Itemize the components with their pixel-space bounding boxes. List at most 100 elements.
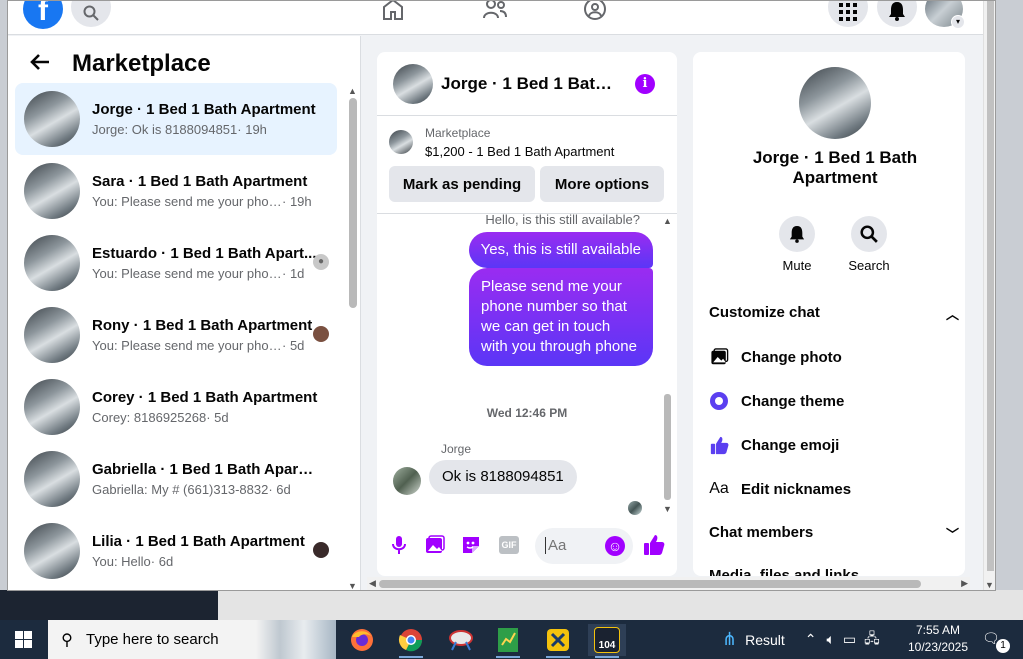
send-like-button[interactable]: [642, 534, 666, 556]
edit-nicknames-item[interactable]: Aa Edit nicknames: [709, 477, 851, 501]
notifications-button[interactable]: [877, 1, 917, 27]
scroll-up-arrow-icon[interactable]: ▲: [663, 216, 672, 226]
active-indicator: [595, 656, 619, 658]
horizontal-scrollbar-thumb[interactable]: [379, 580, 921, 588]
emoji-icon[interactable]: ☺: [605, 536, 625, 556]
chat-header: Jorge · 1 Bed 1 Bath ... i: [377, 52, 677, 116]
message-composer: GIF ☺: [377, 526, 677, 566]
chat-avatar[interactable]: [393, 63, 433, 104]
conversation-item[interactable]: Sara · 1 Bed 1 Bath Apartment You: Pleas…: [15, 155, 337, 227]
badge-app-icon: 104: [594, 627, 620, 653]
mark-as-pending-button[interactable]: Mark as pending: [389, 166, 535, 202]
search-icon: [860, 225, 878, 243]
facebook-logo[interactable]: f: [23, 1, 63, 29]
friends-nav-button[interactable]: [481, 1, 509, 23]
conversation-item[interactable]: Jorge · 1 Bed 1 Bath Apartment Jorge: Ok…: [15, 83, 337, 155]
scroll-right-arrow-icon[interactable]: ▶: [961, 578, 968, 589]
scroll-down-arrow-icon[interactable]: ▼: [348, 581, 357, 590]
conversation-item[interactable]: Estuardo · 1 Bed 1 Bath Apart... You: Pl…: [15, 227, 337, 299]
sidebar-scrollbar-thumb[interactable]: [349, 98, 357, 308]
image-icon: [709, 347, 729, 367]
scroll-down-arrow-icon[interactable]: ▼: [985, 580, 994, 590]
home-icon: [383, 1, 403, 20]
volume-icon[interactable]: 🔈︎: [827, 631, 835, 648]
media-files-links-section[interactable]: Media, files and links: [709, 567, 965, 576]
details-name: Jorge · 1 Bed 1 Bath Apartment: [752, 148, 918, 187]
chrome-icon: [398, 629, 423, 652]
app-x-taskbar-button[interactable]: [539, 624, 577, 658]
sender-avatar[interactable]: [393, 467, 421, 495]
listing-thumbnail: [24, 451, 80, 507]
message-input[interactable]: [545, 537, 601, 554]
account-avatar[interactable]: ▾: [925, 1, 965, 29]
groups-nav-button[interactable]: [581, 1, 609, 23]
conversation-item[interactable]: Corey · 1 Bed 1 Bath Apartment Corey: 81…: [15, 371, 337, 443]
conversation-item[interactable]: Gabriella · 1 Bed 1 Bath Apartm... Gabri…: [15, 443, 337, 515]
network-icon[interactable]: 🖧︎: [864, 628, 880, 652]
scroll-up-arrow-icon[interactable]: ▲: [348, 86, 357, 96]
listing-title[interactable]: $1,200 - 1 Bed 1 Bath Apartment: [425, 144, 614, 159]
theme-circle-icon: [709, 391, 729, 411]
meet-icon[interactable]: ▭: [843, 631, 856, 648]
chrome-taskbar-button[interactable]: [392, 624, 430, 658]
more-options-button[interactable]: More options: [540, 166, 664, 202]
spreadsheet-taskbar-button[interactable]: [489, 624, 527, 658]
message-incoming[interactable]: Ok is 8188094851: [429, 460, 577, 494]
clock-time: 7:55 AM: [915, 623, 961, 637]
scroll-down-arrow-icon[interactable]: ▼: [663, 504, 672, 514]
customize-chat-section[interactable]: Customize chat ︿: [709, 304, 965, 322]
message-input-container[interactable]: ☺: [535, 528, 633, 564]
sidebar-scrollbar[interactable]: ▲ ▼: [348, 86, 358, 590]
menu-button[interactable]: [828, 1, 868, 27]
widget-icon[interactable]: ⋔: [722, 629, 737, 650]
message-outgoing[interactable]: Yes, this is still available: [468, 232, 653, 268]
listing-avatar-large[interactable]: [799, 67, 871, 139]
search-button[interactable]: [71, 1, 111, 27]
conversation-item[interactable]: Lilia · 1 Bed 1 Bath Apartment You: Hell…: [15, 515, 337, 587]
home-nav-button[interactable]: [379, 1, 407, 23]
notification-center-button[interactable]: 🗨︎ 1: [982, 630, 1010, 653]
change-emoji-item[interactable]: Change emoji: [709, 433, 839, 457]
marketplace-sidebar: Marketplace Jorge · 1 Bed 1 Bath Apartme…: [8, 36, 361, 590]
chat-scrollbar-thumb[interactable]: [664, 394, 671, 500]
gif-button[interactable]: GIF: [496, 534, 522, 556]
change-photo-item[interactable]: Change photo: [709, 345, 842, 369]
taskbar-search-box[interactable]: ⚲ Type here to search: [48, 620, 336, 659]
horizontal-scrollbar[interactable]: ◀ ▶: [367, 577, 970, 590]
bell-icon: [789, 226, 805, 243]
search-action[interactable]: Search: [841, 216, 897, 273]
firefox-taskbar-button[interactable]: [343, 624, 381, 656]
chevron-up-icon[interactable]: ⌃: [805, 631, 817, 648]
mute-label: Mute: [782, 258, 812, 273]
conversation-snippet: Jorge: Ok is 8188094851: [92, 122, 238, 137]
message-outgoing[interactable]: Please send me your phone number so that…: [469, 268, 653, 366]
item-label: Change theme: [741, 392, 845, 410]
start-button[interactable]: [0, 620, 46, 659]
listing-banner: Marketplace $1,200 - 1 Bed 1 Bath Apartm…: [377, 116, 677, 214]
message-incoming-partial: Hello, is this still available?: [485, 214, 640, 227]
conversation-item[interactable]: Rony · 1 Bed 1 Bath Apartment You: Pleas…: [15, 299, 337, 371]
sticker-button[interactable]: [460, 534, 482, 556]
scroll-left-arrow-icon[interactable]: ◀: [369, 578, 376, 589]
groups-icon: [584, 1, 606, 20]
notification-count: 1: [996, 639, 1010, 653]
attach-photo-button[interactable]: [424, 534, 446, 556]
info-icon[interactable]: i: [635, 74, 655, 94]
mute-action[interactable]: Mute: [769, 216, 825, 273]
conversation-time: · 19h: [282, 194, 312, 209]
window-scrollbar[interactable]: ▼: [983, 1, 995, 590]
badge-app-taskbar-button[interactable]: 104: [588, 624, 626, 658]
back-arrow-button[interactable]: [8, 51, 72, 77]
chat-scrollbar[interactable]: ▲ ▼: [663, 214, 673, 514]
chat-members-section[interactable]: Chat members ﹀: [709, 524, 965, 542]
read-receipt-avatar: [313, 542, 329, 558]
widget-text[interactable]: Result: [745, 632, 785, 648]
snipping-tool-taskbar-button[interactable]: [442, 624, 480, 656]
listing-thumbnail: [24, 307, 80, 363]
voice-clip-button[interactable]: [388, 534, 410, 556]
system-clock[interactable]: 7:55 AM 10/23/2025: [906, 622, 970, 656]
chat-title[interactable]: Jorge · 1 Bed 1 Bath ...: [441, 74, 617, 94]
change-theme-item[interactable]: Change theme: [709, 389, 844, 413]
search-icon: [83, 5, 99, 21]
window-scrollbar-thumb[interactable]: [987, 1, 994, 571]
